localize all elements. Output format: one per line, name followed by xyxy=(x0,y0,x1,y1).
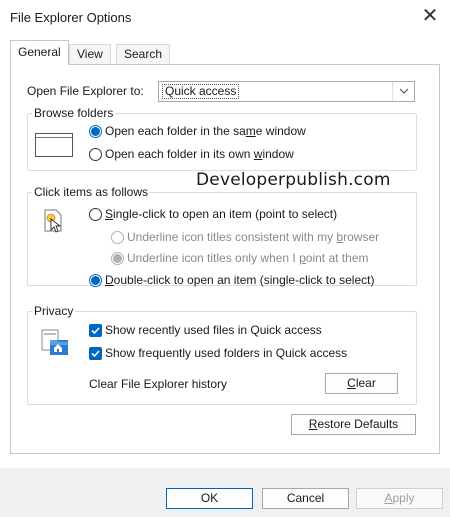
close-button[interactable]: ✕ xyxy=(418,5,442,29)
checkbox-frequent-folders[interactable] xyxy=(89,347,102,360)
privacy-folder-icon xyxy=(40,328,70,358)
single-click-label[interactable]: Single-click to open an item (point to s… xyxy=(105,207,337,221)
radio-underline-point xyxy=(111,252,124,265)
restore-defaults-button[interactable]: Restore Defaults xyxy=(291,414,416,435)
browse-folders-group: Browse folders Open each folder in the s… xyxy=(27,106,417,171)
open-to-label: Open File Explorer to: xyxy=(27,84,144,98)
watermark-text: Developerpublish.com xyxy=(196,170,391,190)
title-bar: File Explorer Options ✕ xyxy=(0,0,450,36)
cancel-button[interactable]: Cancel xyxy=(262,488,349,509)
same-window-label[interactable]: Open each folder in the same window xyxy=(105,124,306,138)
frequent-folders-label[interactable]: Show frequently used folders in Quick ac… xyxy=(105,346,347,360)
apply-button[interactable]: Apply xyxy=(356,488,443,509)
underline-consistent-label: Underline icon titles consistent with my… xyxy=(127,230,380,244)
recent-files-label[interactable]: Show recently used files in Quick access xyxy=(105,323,322,337)
own-window-label[interactable]: Open each folder in its own window xyxy=(105,147,294,161)
checkbox-recent-files[interactable] xyxy=(89,324,102,337)
underline-point-label: Underline icon titles only when I point … xyxy=(127,251,369,265)
radio-underline-consistent xyxy=(111,231,124,244)
tab-general[interactable]: General xyxy=(10,40,69,65)
radio-single-click[interactable] xyxy=(89,208,102,221)
double-click-label[interactable]: Double-click to open an item (single-cli… xyxy=(105,273,374,287)
click-items-group: Click items as follows Single-click to o… xyxy=(27,185,417,287)
ok-button[interactable]: OK xyxy=(166,488,253,509)
close-icon: ✕ xyxy=(421,5,439,27)
click-pointer-icon xyxy=(42,209,64,235)
radio-double-click[interactable] xyxy=(89,274,102,287)
privacy-group: Privacy Show recently used files in Quic… xyxy=(27,304,417,405)
radio-same-window[interactable] xyxy=(89,125,102,138)
tab-search[interactable]: Search xyxy=(116,44,171,64)
clear-button[interactable]: Clear xyxy=(325,373,398,394)
click-items-title: Click items as follows xyxy=(32,185,151,199)
browse-folders-illustration-icon xyxy=(35,133,73,157)
tab-view[interactable]: View xyxy=(69,44,111,64)
general-tab-panel: Open File Explorer to: Quick access Brow… xyxy=(10,64,440,454)
clear-history-label: Clear File Explorer history xyxy=(89,377,228,391)
window-title: File Explorer Options xyxy=(10,10,132,25)
radio-own-window[interactable] xyxy=(89,148,102,161)
open-to-dropdown[interactable]: Quick access xyxy=(158,81,415,102)
dialog-footer: OK Cancel Apply xyxy=(0,468,450,517)
privacy-title: Privacy xyxy=(32,304,76,318)
browse-folders-title: Browse folders xyxy=(32,106,116,120)
chevron-down-icon[interactable] xyxy=(392,82,414,101)
open-to-selected-value: Quick access xyxy=(162,84,240,99)
